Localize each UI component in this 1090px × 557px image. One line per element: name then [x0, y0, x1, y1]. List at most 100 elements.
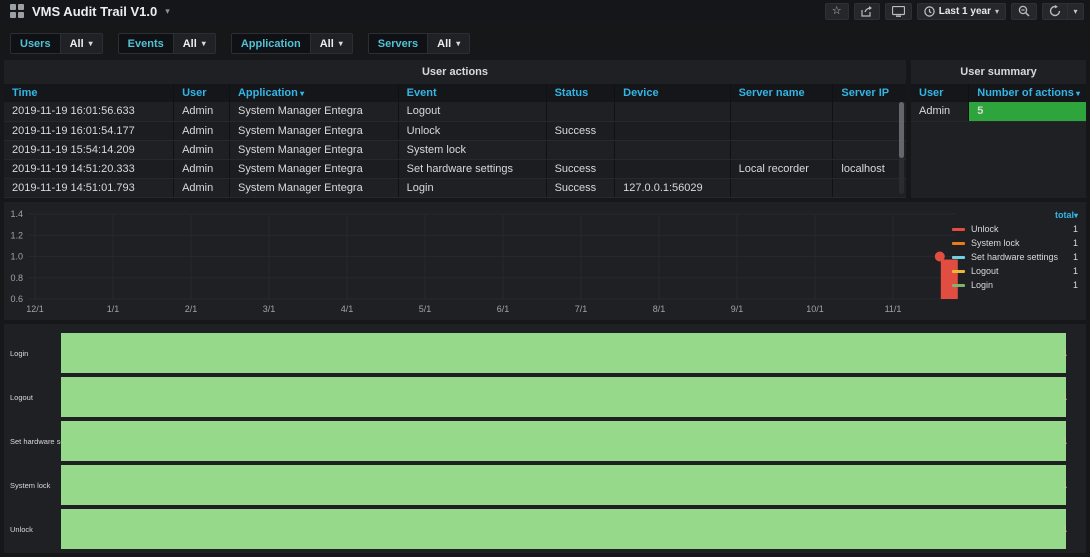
time-picker-button[interactable]: Last 1 year ▾ — [916, 2, 1006, 20]
table-cell: 127.0.0.1:56029 — [614, 178, 731, 198]
column-header-event[interactable]: Event — [398, 84, 547, 102]
x-axis-label: 11/1 — [885, 304, 902, 314]
table-cell: System Manager Entegra — [229, 140, 399, 160]
actions-over-time-panel: 1.4 1.2 1.0 0.8 0.6 12/1 1/1 2/1 3/1 4/1 5/1 6/1 7/1… — [4, 202, 1086, 320]
bar-value-label: 1 — [1063, 436, 1068, 446]
y-axis-label: 1.2 — [10, 230, 23, 240]
filter-label-servers: Servers — [368, 34, 428, 53]
bar-row-set-hardware-settings: Set hardware settings 1 — [4, 419, 1086, 463]
legend-series-total: 1 — [1072, 224, 1078, 234]
x-axis-label: 5/1 — [419, 304, 432, 314]
table-cell: localhost — [832, 159, 906, 179]
table-cell — [730, 102, 834, 122]
table-cell — [730, 140, 834, 160]
caret-down-icon: ▾ — [201, 39, 206, 48]
filter-label-events: Events — [118, 34, 173, 53]
legend-total-header[interactable]: total▾ — [952, 210, 1078, 220]
legend-color-swatch — [952, 241, 965, 245]
x-axis-label: 8/1 — [653, 304, 666, 314]
dashboard-title-caret-icon[interactable]: ▾ — [165, 6, 170, 17]
sort-caret-icon: ▾ — [1073, 89, 1081, 98]
bar-track: 1 — [61, 465, 1068, 505]
y-axis-label: 1.4 — [10, 209, 23, 219]
time-picker-caret-icon: ▾ — [994, 6, 999, 16]
refresh-interval-button[interactable]: ▾ — [1068, 2, 1084, 20]
column-header-server-name[interactable]: Server name — [730, 84, 834, 102]
user-actions-panel-title[interactable]: User actions — [4, 60, 906, 84]
table-scrollbar-thumb[interactable] — [899, 102, 904, 158]
series-point-unlock — [934, 251, 945, 262]
table-cell: System Manager Entegra — [229, 102, 399, 122]
table-cell: System lock — [398, 140, 547, 160]
filter-value-application[interactable]: All ▾ — [309, 34, 352, 53]
graph-legend: total▾ Unlock 1 System lock 1 Set hardware s… — [952, 210, 1078, 292]
table-cell — [546, 102, 616, 122]
refresh-button-group: ▾ — [1042, 2, 1084, 20]
legend-item-system-lock[interactable]: System lock 1 — [952, 236, 1078, 250]
clock-icon — [924, 5, 935, 17]
column-header-user[interactable]: User — [911, 84, 970, 102]
table-row: 2019-11-19 14:51:20.333 Admin System Manag… — [4, 159, 906, 179]
legend-series-total: 1 — [1072, 238, 1078, 248]
filter-servers: Servers All ▾ — [367, 33, 471, 54]
share-button[interactable] — [853, 2, 880, 20]
legend-series-name: Unlock — [971, 224, 999, 234]
cycle-view-button[interactable] — [884, 2, 912, 20]
time-series-plot: 1.4 1.2 1.0 0.8 0.612/1 1/1 2/1 3/1 4/1 5/1 6/1 7/1… — [10, 209, 958, 314]
legend-item-unlock[interactable]: Unlock 1 — [952, 222, 1078, 236]
user-summary-table: User Number of actions ▾ Admin 5 — [911, 84, 1086, 122]
y-axis-label: 1.0 — [10, 252, 23, 262]
column-header-number-of-actions[interactable]: Number of actions ▾ — [968, 84, 1086, 102]
refresh-button[interactable] — [1042, 2, 1068, 20]
bar-value-label: 1 — [1063, 524, 1068, 534]
legend-series-total: 1 — [1072, 280, 1078, 290]
time-range-label: Last 1 year — [938, 5, 991, 17]
bar-track: 1 — [61, 377, 1067, 417]
table-cell — [832, 102, 906, 122]
filter-application: Application All ▾ — [230, 33, 353, 54]
table-cell: Admin — [173, 159, 230, 179]
x-axis-label: 4/1 — [341, 304, 354, 314]
filter-value-events[interactable]: All ▾ — [172, 34, 215, 53]
table-scrollbar[interactable] — [899, 102, 904, 194]
bar-track: 1 — [61, 421, 1068, 461]
bar-row-system-lock: System lock 1 — [4, 463, 1086, 507]
table-row: 2019-11-19 16:01:56.633 Admin System Manag… — [4, 102, 906, 122]
column-header-server-ip[interactable]: Server IP — [832, 84, 906, 102]
user-summary-panel-title[interactable]: User summary — [911, 60, 1086, 84]
table-cell: Admin — [911, 102, 970, 122]
x-axis-label: 10/1 — [806, 304, 824, 314]
table-row: 2019-11-19 15:54:14.209 Admin System Manag… — [4, 140, 906, 160]
filter-value-servers[interactable]: All ▾ — [427, 34, 470, 53]
bar-value-label: 1 — [1063, 480, 1068, 490]
user-actions-panel: User actions Time User Application ▾ Event S… — [4, 60, 906, 198]
caret-down-icon: ▾ — [88, 39, 93, 48]
x-axis-label: 12/1 — [26, 304, 44, 314]
filter-value-users[interactable]: All ▾ — [59, 34, 102, 53]
user-actions-table: Time User Application ▾ Event Status Device Se… — [4, 84, 906, 198]
column-header-application[interactable]: Application ▾ — [229, 84, 399, 102]
x-axis-label: 1/1 — [107, 304, 120, 314]
x-axis-label: 9/1 — [731, 304, 744, 314]
column-header-user[interactable]: User — [173, 84, 230, 102]
bar-system-lock — [61, 465, 1066, 505]
table-row: 2019-11-19 16:01:54.177 Admin System Manag… — [4, 121, 906, 141]
column-header-time[interactable]: Time — [4, 84, 175, 102]
legend-item-logout[interactable]: Logout 1 — [952, 264, 1078, 278]
legend-item-login[interactable]: Login 1 — [952, 278, 1078, 292]
dashboard-title[interactable]: VMS Audit Trail V1.0 — [32, 4, 157, 19]
zoom-out-button[interactable] — [1011, 2, 1037, 20]
bar-category-label: Unlock — [10, 524, 33, 534]
column-header-device[interactable]: Device — [614, 84, 731, 102]
table-cell — [832, 121, 906, 141]
table-cell: Unlock — [398, 121, 547, 141]
number-of-actions-cell: 5 — [968, 102, 1086, 122]
legend-series-total: 1 — [1072, 266, 1078, 276]
column-header-status[interactable]: Status — [546, 84, 616, 102]
legend-item-set-hardware-settings[interactable]: Set hardware settings 1 — [952, 250, 1078, 264]
star-button[interactable]: ☆ — [824, 2, 849, 20]
grafana-logo-icon[interactable] — [10, 4, 24, 18]
x-axis-label: 7/1 — [575, 304, 588, 314]
table-cell — [546, 140, 616, 160]
table-cell: Logout — [398, 102, 547, 122]
